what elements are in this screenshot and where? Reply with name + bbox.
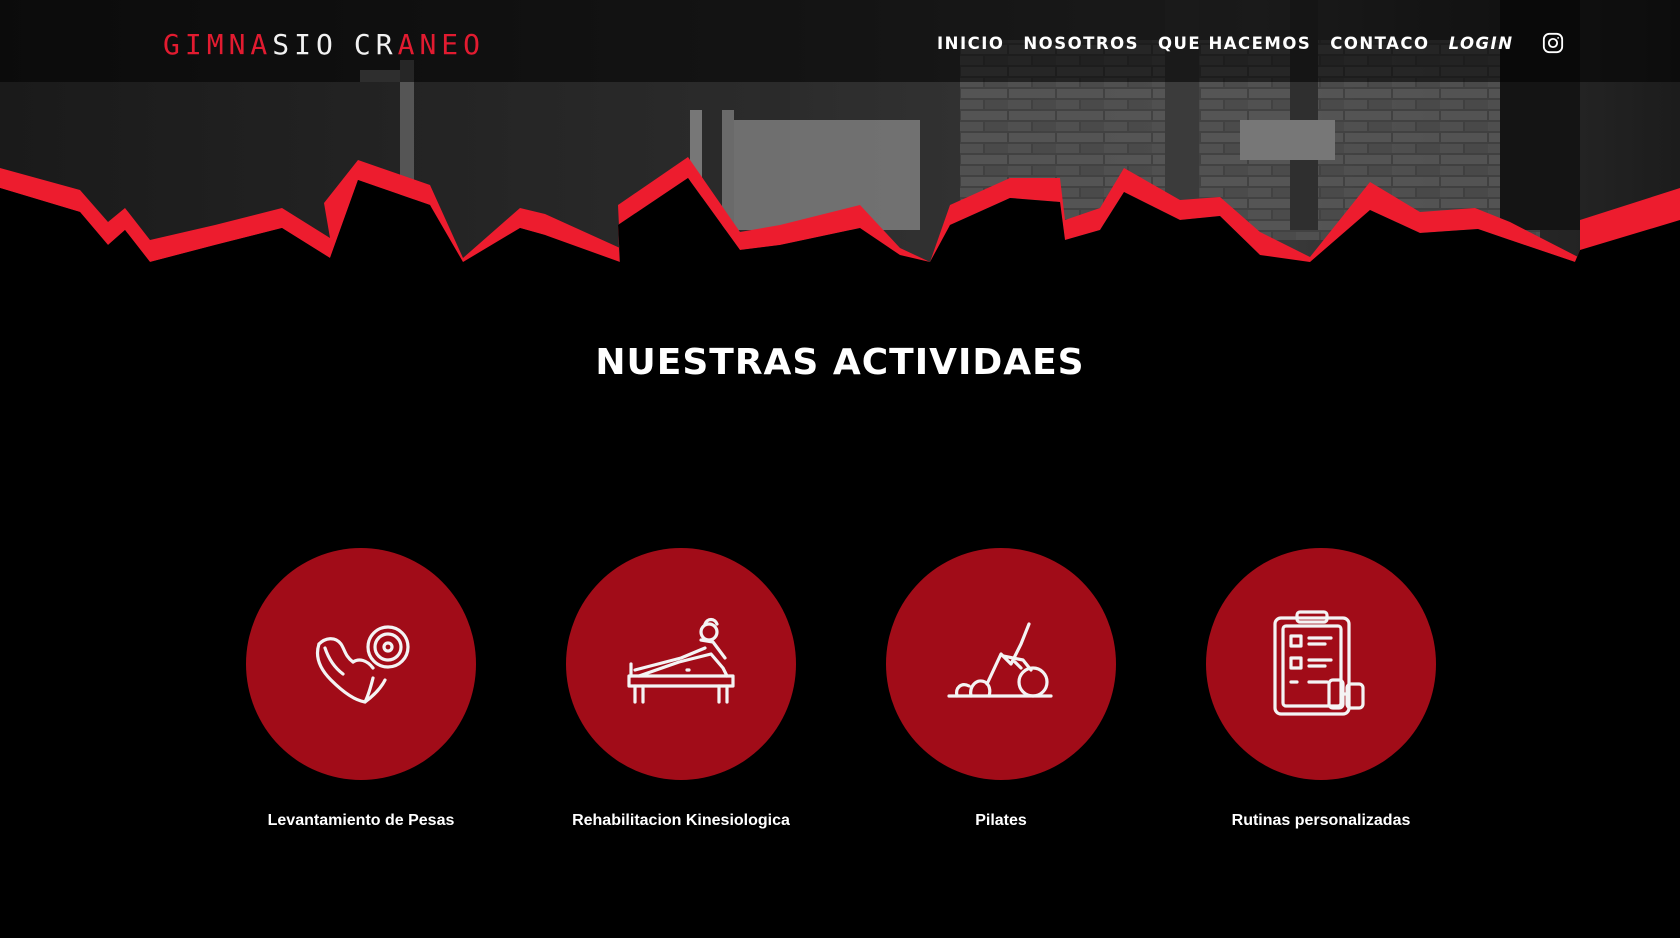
logo-text-part: SIO	[272, 27, 338, 61]
section-title: NUESTRAS ACTIVIDAES	[595, 342, 1085, 383]
logo-text-part: CR	[353, 27, 398, 61]
main-nav: INICIO NOSOTROS QUE HACEMOS CONTACO LOGI…	[937, 30, 1564, 56]
logo-text-part: NEO	[419, 27, 486, 61]
nav-login[interactable]: LOGIN	[1449, 34, 1514, 53]
activity-label: Rutinas personalizadas	[1231, 812, 1411, 829]
site-header: GIMNA SIO CR A NEO INICIO NOSOTROS QUE HACEM…	[0, 0, 1680, 82]
site-logo[interactable]: GIMNA SIO CR A NEO	[163, 24, 485, 64]
nav-contacto[interactable]: CONTACO	[1330, 34, 1429, 53]
pilates-ball-icon	[947, 622, 1053, 698]
activity-card[interactable]: Rehabilitacion Kinesiologica	[566, 548, 796, 838]
activity-card[interactable]: Pilates	[886, 548, 1116, 838]
activity-circle[interactable]	[246, 548, 476, 780]
activity-card[interactable]: Levantamiento de Pesas	[246, 548, 476, 838]
instagram-icon[interactable]	[1542, 32, 1564, 54]
arm-dumbbell-icon	[315, 625, 410, 704]
hero-banner: GIMNA SIO CR A NEO INICIO NOSOTROS QUE HACEM…	[0, 0, 1680, 270]
activity-circle[interactable]	[1206, 548, 1436, 780]
activity-circle[interactable]	[886, 548, 1116, 780]
nav-que-hacemos[interactable]: QUE HACEMOS	[1158, 34, 1311, 53]
clipboard-routine-icon	[1273, 610, 1365, 716]
nav-nosotros[interactable]: NOSOTROS	[1023, 34, 1139, 53]
logo-text-part: A	[397, 27, 420, 61]
logo-text-part: GIMNA	[163, 27, 273, 61]
activity-label: Pilates	[975, 812, 1027, 829]
activity-card[interactable]: Rutinas personalizadas	[1206, 548, 1436, 838]
nav-inicio[interactable]: INICIO	[937, 34, 1004, 53]
activity-circle[interactable]	[566, 548, 796, 780]
rehab-table-icon	[627, 617, 735, 704]
activity-label: Levantamiento de Pesas	[267, 812, 455, 829]
activity-label: Rehabilitacion Kinesiologica	[572, 812, 790, 829]
